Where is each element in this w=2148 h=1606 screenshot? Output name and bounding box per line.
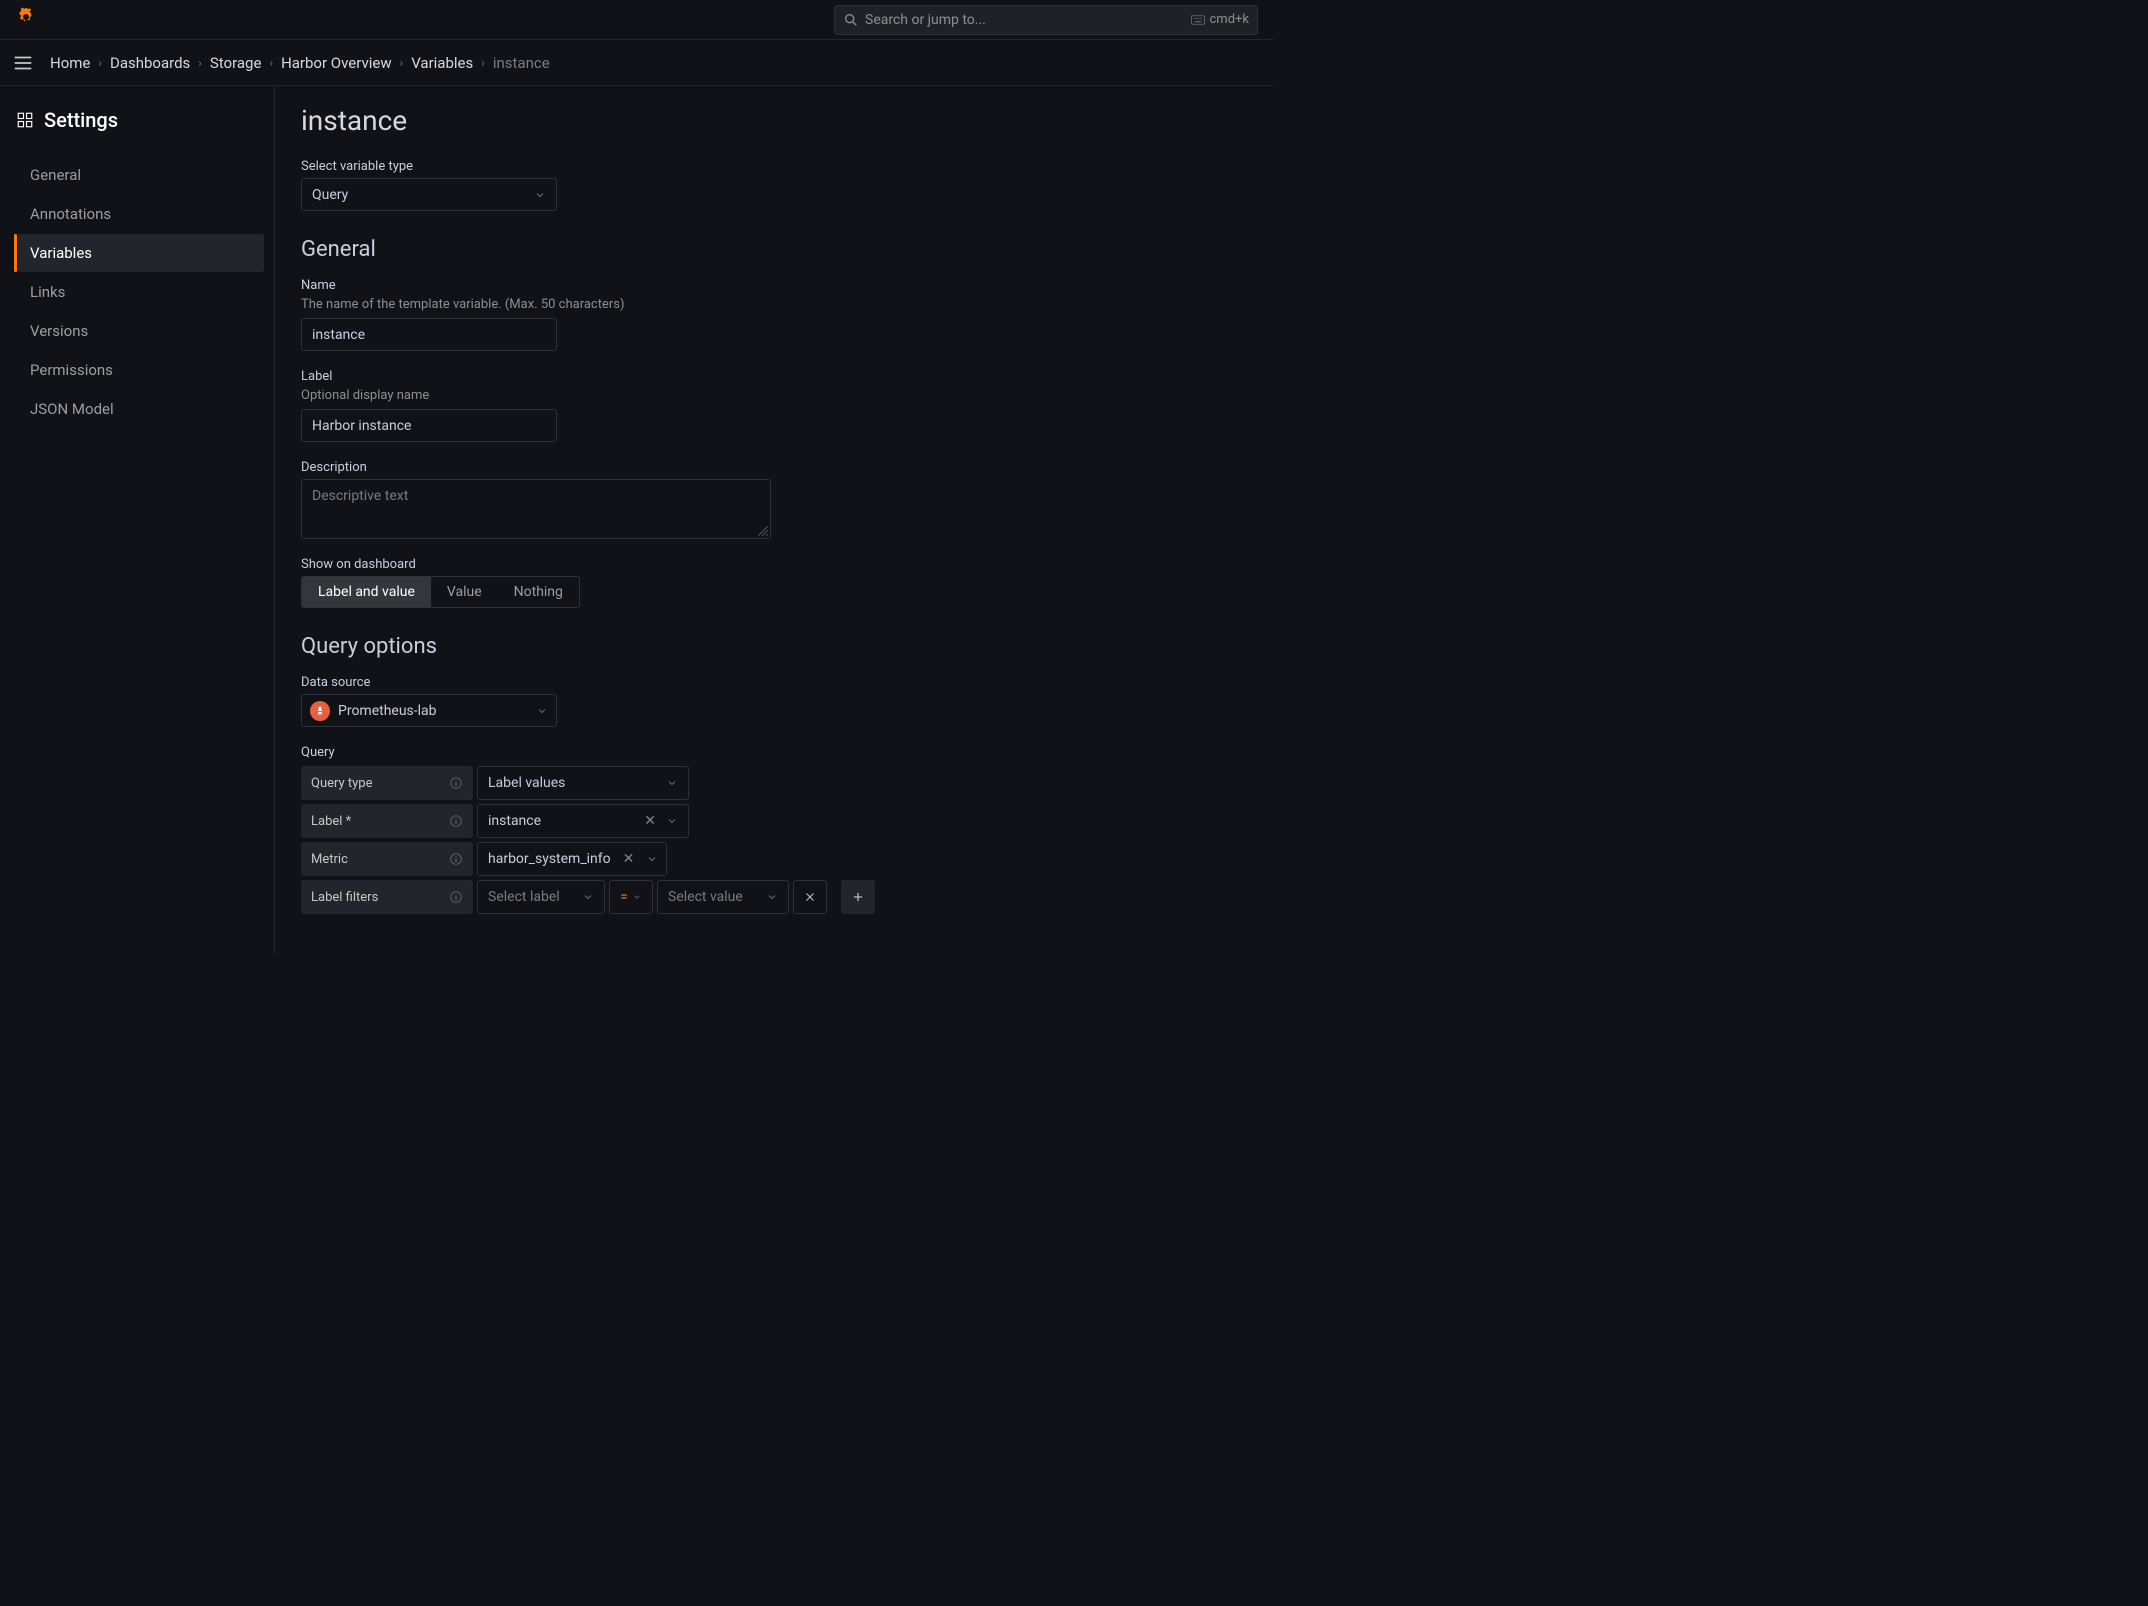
- close-icon: [804, 891, 816, 903]
- sidebar-item-annotations[interactable]: Annotations: [18, 195, 264, 233]
- clear-metric-icon[interactable]: ✕: [619, 851, 639, 867]
- info-icon[interactable]: [449, 776, 463, 790]
- name-input[interactable]: instance: [301, 318, 557, 351]
- sidebar-item-json-model[interactable]: JSON Model: [18, 390, 264, 428]
- showon-label: Show on dashboard: [301, 557, 1274, 572]
- crumb-harbor[interactable]: Harbor Overview: [281, 54, 392, 72]
- sidebar-item-general[interactable]: General: [18, 156, 264, 194]
- labelfilters-label: Label filters: [301, 880, 473, 914]
- chevron-down-icon: [536, 705, 548, 717]
- keyboard-icon: [1191, 14, 1205, 26]
- showon-opt-labelvalue[interactable]: Label and value: [302, 577, 431, 607]
- page-title: instance: [301, 104, 1274, 137]
- chevron-down-icon: [632, 892, 642, 902]
- description-textarea[interactable]: Descriptive text: [301, 479, 771, 539]
- description-label: Description: [301, 460, 1274, 475]
- chevron-down-icon: [666, 815, 678, 827]
- metric-select[interactable]: harbor_system_info ✕: [477, 842, 667, 876]
- sidebar-item-versions[interactable]: Versions: [18, 312, 264, 350]
- breadcrumb: Home› Dashboards› Storage› Harbor Overvi…: [50, 54, 550, 72]
- chevron-down-icon: [666, 777, 678, 789]
- chevron-down-icon: [582, 891, 594, 903]
- clear-label-icon[interactable]: ✕: [640, 813, 660, 829]
- showon-opt-value[interactable]: Value: [431, 577, 498, 607]
- showon-group: Label and value Value Nothing: [301, 576, 580, 608]
- datasource-label: Data source: [301, 675, 1274, 690]
- vartype-label: Select variable type: [301, 159, 1274, 174]
- chevron-down-icon: [646, 853, 658, 865]
- chevron-down-icon: [766, 891, 778, 903]
- section-general: General: [301, 237, 1274, 262]
- search-icon: [843, 12, 859, 28]
- querytype-select[interactable]: Label values: [477, 766, 689, 800]
- info-icon[interactable]: [449, 852, 463, 866]
- crumb-variables[interactable]: Variables: [411, 54, 473, 72]
- search-shortcut: cmd+k: [1191, 12, 1249, 27]
- top-bar: Search or jump to... cmd+k: [0, 0, 1274, 40]
- settings-sidebar: Settings General Annotations Variables L…: [0, 86, 275, 953]
- chevron-down-icon: [534, 189, 546, 201]
- name-label: Name: [301, 278, 1274, 293]
- labelselect-label: Label *: [301, 804, 473, 838]
- search-placeholder: Search or jump to...: [865, 12, 1191, 28]
- section-query-options: Query options: [301, 634, 1274, 659]
- info-icon[interactable]: [449, 814, 463, 828]
- main-content: instance Select variable type Query Gene…: [275, 86, 1274, 953]
- remove-filter-button[interactable]: [793, 880, 827, 914]
- filter-value-select[interactable]: Select value: [657, 880, 789, 914]
- sidebar-item-permissions[interactable]: Permissions: [18, 351, 264, 389]
- sidebar-title: Settings: [16, 108, 264, 132]
- name-help: The name of the template variable. (Max.…: [301, 297, 1274, 312]
- crumb-home[interactable]: Home: [50, 54, 90, 72]
- filter-operator-select[interactable]: =: [609, 880, 653, 914]
- querytype-label: Query type: [301, 766, 473, 800]
- label-label: Label: [301, 369, 1274, 384]
- crumb-dashboards[interactable]: Dashboards: [110, 54, 190, 72]
- crumb-storage[interactable]: Storage: [210, 54, 262, 72]
- info-icon[interactable]: [449, 890, 463, 904]
- label-input[interactable]: Harbor instance: [301, 409, 557, 442]
- grid-icon: [16, 111, 34, 129]
- sidebar-item-variables[interactable]: Variables: [18, 234, 264, 272]
- breadcrumb-bar: Home› Dashboards› Storage› Harbor Overvi…: [0, 40, 1274, 86]
- datasource-select[interactable]: Prometheus-lab: [301, 694, 557, 727]
- plus-icon: [851, 890, 865, 904]
- prometheus-icon: [310, 701, 330, 721]
- label-help: Optional display name: [301, 388, 1274, 403]
- grafana-logo[interactable]: [10, 6, 38, 34]
- query-label: Query: [301, 745, 1274, 760]
- vartype-select[interactable]: Query: [301, 178, 557, 211]
- crumb-current: instance: [493, 54, 550, 72]
- filter-label-select[interactable]: Select label: [477, 880, 605, 914]
- metric-label: Metric: [301, 842, 473, 876]
- sidebar-item-links[interactable]: Links: [18, 273, 264, 311]
- add-filter-button[interactable]: [841, 880, 875, 914]
- labelselect-select[interactable]: instance ✕: [477, 804, 689, 838]
- showon-opt-nothing[interactable]: Nothing: [498, 577, 579, 607]
- global-search[interactable]: Search or jump to... cmd+k: [834, 5, 1258, 35]
- menu-icon[interactable]: [12, 52, 34, 74]
- resize-handle-icon[interactable]: [758, 526, 768, 536]
